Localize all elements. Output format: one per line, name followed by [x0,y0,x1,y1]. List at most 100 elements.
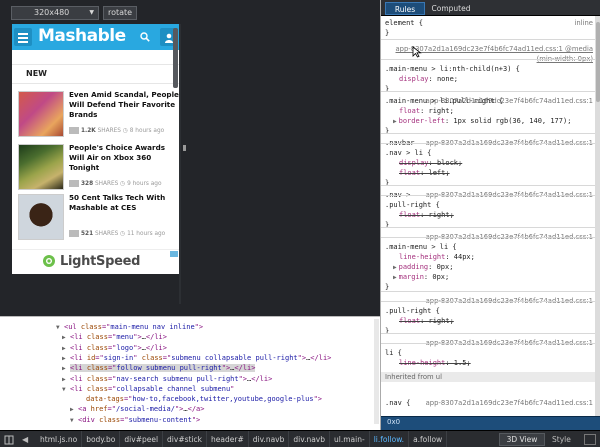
article-title[interactable]: Even Amid Scandal, People Will Defend Th… [69,90,179,120]
css-declaration[interactable]: float: right; [399,210,454,220]
css-declaration[interactable]: display: none; [399,74,458,84]
breadcrumb-item[interactable]: ul.main- [330,431,370,447]
preview-edge [179,24,181,304]
menu-icon[interactable] [14,28,32,46]
css-selector[interactable]: .pull-right { [385,200,440,210]
article-item[interactable]: 50 Cent Talks Tech With Mashable at CES … [18,193,179,242]
breadcrumb-item[interactable]: div#peel [120,431,164,447]
breadcrumb-item[interactable]: div.navb [249,431,290,447]
breadcrumb-item[interactable]: html.js.no [36,431,83,447]
rotate-button[interactable]: rotate [103,6,138,20]
article-title[interactable]: People's Choice Awards Will Air on Xbox … [69,143,179,173]
rule-separator [381,227,595,228]
share-count: 1.2K [81,128,96,134]
css-source-link[interactable]: app-8307a2d1a169dc23e7f4b6fc74ad11ed.css… [396,44,594,54]
section-title: NEW [26,69,47,78]
article-title[interactable]: 50 Cent Talks Tech With Mashable at CES [69,193,179,213]
css-selector[interactable]: li { [385,348,402,358]
css-selector[interactable]: .nav { [385,398,410,408]
page-preview[interactable]: Mashable NEW Even Amid Scandal, People W… [12,24,180,274]
css-declaration[interactable]: float: right; [399,316,454,326]
inherited-header: Inherited from ul [381,372,595,382]
tab-rules[interactable]: Rules [385,2,425,15]
css-source-link[interactable]: app-8307a2d1a169dc23e7f4b6fc74ad11ed.css… [426,398,593,408]
markup-node[interactable]: ▼ <div class="submenu-content"> [0,414,380,426]
rules-scrollbar-thumb[interactable] [596,22,600,102]
expanded-twisty-icon[interactable]: ▼ [70,415,78,427]
rules-scrollbar[interactable] [595,16,600,416]
resize-handle[interactable] [183,145,186,151]
rule-separator [381,143,595,144]
ad-banner[interactable]: LightSpeed [12,249,180,274]
responsive-toolbar: 320x480 ▼ rotate [11,6,138,20]
css-selector[interactable]: .main-menu > li:nth-child(n+3) { [385,64,520,74]
article-thumbnail[interactable] [18,194,64,240]
css-selector[interactable]: .main-menu > li { [385,242,457,252]
article-time: 11 hours ago [127,231,166,237]
css-selector[interactable]: element { [385,18,423,28]
article-item[interactable]: People's Choice Awards Will Air on Xbox … [18,143,179,192]
share-label: SHARES [94,231,119,237]
site-logo[interactable]: Mashable [38,26,126,46]
share-icon [69,180,79,187]
article-thumbnail[interactable] [18,91,64,137]
expand-twisty-icon[interactable]: ▶ [393,264,397,271]
breadcrumb-item[interactable]: div.navb [289,431,331,447]
expand-twisty-icon[interactable]: ▶ [393,118,397,125]
rule-separator [381,291,595,292]
css-declaration[interactable]: ▶ margin: 0px; [393,272,449,283]
mouse-cursor-icon [412,46,422,58]
css-selector[interactable]: .main-menu > li.pull-right { [385,96,503,106]
sidebar-footer-text: 0x0 [387,418,401,426]
breadcrumb: ◀ html.js.no body.bo div#peel div#stick head… [0,431,448,447]
rule-separator [381,91,595,92]
responsive-viewport: 320x480 ▼ rotate Mashable NEW Even Amid … [0,0,380,316]
rules-list: inline element {} app-8307a2d1a169dc23e7f4… [381,16,595,416]
css-declaration[interactable]: float: left; [399,168,450,178]
ad-choices-icon[interactable] [170,251,178,257]
share-icon [69,127,79,134]
rule-separator [381,185,595,186]
share-count: 521 [81,231,94,237]
close-panel-icon[interactable] [584,434,596,445]
css-source-link[interactable]: inline [575,18,593,28]
article-item[interactable]: Even Amid Scandal, People Will Defend Th… [18,90,179,139]
css-declaration[interactable]: ▶ border-left: 1px solid rgb(36, 140, 177… [393,116,571,127]
css-declaration[interactable]: float: right; [399,106,454,116]
inherited-rules: .nav { app-8307a2d1a169dc23e7f4b6fc74ad1… [381,398,595,418]
3d-view-button[interactable]: 3D View [499,433,545,446]
rule-separator [381,333,595,334]
rule-separator [381,237,595,238]
lightspeed-logo-icon [43,255,55,267]
css-rule-close: } [385,127,390,135]
expand-twisty-icon[interactable]: ▶ [393,274,397,281]
preview-scrollbar[interactable] [173,28,178,88]
device-size-value: 320x480 [34,8,70,17]
breadcrumb-item[interactable]: a.follow [409,431,448,447]
rule-separator [381,39,595,40]
article-thumbnail[interactable] [18,144,64,190]
css-selector[interactable]: .nav > li { [385,148,431,158]
sidebar-tabs: Rules Computed [381,0,600,16]
css-rule-close: } [385,327,390,335]
css-rule-close: } [385,221,390,229]
device-size-select[interactable]: 320x480 ▼ [11,6,99,20]
css-declaration[interactable]: line-height: 1.5; [399,358,471,368]
css-declaration[interactable]: line-height: 44px; [399,252,475,262]
markup-scrollbar[interactable] [374,319,379,424]
breadcrumb-item[interactable]: li.follow. [370,431,410,447]
markup-panel: ▼ <ul class="main-menu nav inline"> ▶ <li c… [0,316,380,430]
inspect-icon[interactable] [4,435,14,445]
search-icon[interactable] [136,28,154,46]
tab-computed[interactable]: Computed [429,2,473,15]
article-meta: 521 SHARES ◷ 11 hours ago [69,230,179,240]
css-declaration[interactable]: display: block; [399,158,462,168]
breadcrumb-item[interactable]: div#stick [163,431,208,447]
rule-separator [381,195,595,196]
chevron-left-icon[interactable]: ◀ [22,435,32,445]
breadcrumb-item[interactable]: body.bo [82,431,121,447]
style-button[interactable]: Style [552,433,578,446]
css-selector[interactable]: .pull-right { [385,306,440,316]
breadcrumb-item[interactable]: header# [207,431,249,447]
clock-icon: ◷ [120,181,126,187]
